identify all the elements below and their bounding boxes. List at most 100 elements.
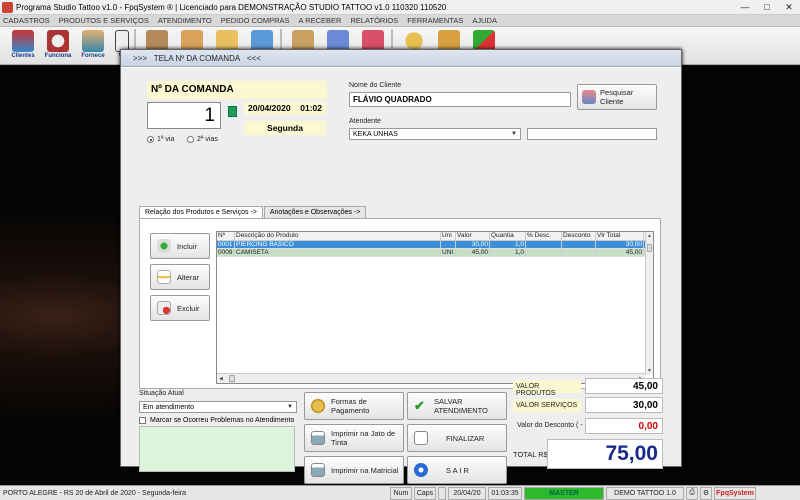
menu-ferramentas[interactable]: FERRAMENTAS [407, 16, 463, 25]
scroll-thumb[interactable] [229, 375, 235, 382]
imprimir-matricial-button[interactable]: Imprimir na Matricial [304, 456, 404, 484]
gear-icon[interactable]: ⚙ [700, 486, 712, 500]
excluir-label: Excluir [177, 303, 200, 313]
desconto-field[interactable]: 0,00 [585, 418, 663, 434]
status-version: DEMO TATTOO 1.0 [606, 486, 684, 500]
problemas-notes-area[interactable] [139, 426, 295, 472]
pesquisar-cliente-label: Pesquisar Cliente [600, 88, 634, 106]
toolbar-clientes-button[interactable]: Clientes [6, 27, 40, 63]
people-search-icon [582, 90, 596, 104]
status-location: PORTO ALEGRE - RS 20 de Abril de 2020 - … [3, 489, 187, 497]
cell-valor: 45,00 [456, 249, 490, 256]
person-icon [82, 30, 104, 52]
grid-col-desconto[interactable]: Desconto [562, 232, 596, 240]
minimize-button[interactable]: — [734, 0, 756, 15]
toolbar-funciona-button[interactable]: Funciona [41, 27, 75, 63]
imprimir-jato-button[interactable]: Imprimir na Jato de Tinta [304, 424, 404, 452]
date-value: 20/04/2020 [248, 103, 291, 113]
comanda-number-field[interactable]: 1 [147, 102, 221, 129]
delete-icon [157, 301, 171, 315]
cell-num: 0009 [217, 249, 235, 256]
menu-ajuda[interactable]: AJUDA [472, 16, 497, 25]
situacao-select[interactable]: Em atendimento ▼ [139, 401, 297, 413]
imprimir-jato-label: Imprimir na Jato de Tinta [331, 429, 396, 447]
pesquisar-cliente-button[interactable]: Pesquisar Cliente [577, 84, 657, 110]
problemas-checkbox[interactable]: Marcar se Ocorreu Problemas no Atendimen… [139, 417, 294, 424]
arrow-right-icon [414, 463, 428, 477]
grid-col-num[interactable]: Nº [217, 232, 235, 240]
skull-icon [47, 30, 69, 52]
printer-icon [311, 463, 325, 477]
menu-pedido-compras[interactable]: PEDIDO COMPRAS [221, 16, 290, 25]
via1-radio[interactable]: 1ª via [147, 136, 174, 143]
scroll-thumb[interactable] [647, 244, 652, 252]
printer-icon[interactable]: ⎙ [686, 486, 698, 500]
alterar-button[interactable]: Alterar [150, 264, 210, 290]
toolbar-fornece-button[interactable]: Fornece [76, 27, 110, 63]
date-time-display: 20/04/2020 01:02 [244, 102, 326, 115]
valor-servicos-field: 30,00 [585, 397, 663, 413]
atendente-select[interactable]: KEKA UNHAS ▼ [349, 128, 521, 140]
status-master: MASTER [524, 486, 604, 500]
grid-header: Nº Descrição do Produto Uni Valor Quanti… [217, 232, 653, 241]
chevron-down-icon: ▼ [511, 131, 517, 137]
incluir-button[interactable]: Incluir [150, 233, 210, 259]
menu-atendimento[interactable]: ATENDIMENTO [158, 16, 212, 25]
menu-relatorios[interactable]: RELATÓRIOS [350, 16, 398, 25]
valor-servicos-label: VALOR SERVIÇOS [513, 399, 581, 412]
toolbar-funciona-label: Funciona [44, 53, 72, 59]
incluir-label: Incluir [177, 241, 198, 251]
situacao-value: Em atendimento [143, 403, 194, 411]
cell-uni [441, 241, 456, 248]
menu-produtos-servicos[interactable]: PRODUTOS E SERVIÇOS [59, 16, 149, 25]
scroll-left-icon[interactable]: ◀ [219, 376, 223, 382]
excluir-button[interactable]: Excluir [150, 295, 210, 321]
dialog-titlebar: >>> TELA Nº DA COMANDA <<< [121, 50, 681, 67]
menu-a-receber[interactable]: A RECEBER [299, 16, 342, 25]
dialog-title-suffix: <<< [246, 53, 261, 63]
via2-label: 2ª vias [197, 136, 218, 143]
grid-vertical-scrollbar[interactable]: ▲ ▼ [645, 232, 653, 375]
atendente-label: Atendente [349, 118, 381, 125]
weekday-display: Segunda [244, 121, 326, 135]
scroll-down-icon[interactable]: ▼ [647, 368, 652, 374]
cell-descricao: CAMISETA [235, 249, 441, 256]
grid-col-quantia[interactable]: Quantia [490, 232, 526, 240]
close-button[interactable]: ✕ [778, 0, 800, 15]
grid-col-uni[interactable]: Uni [441, 232, 456, 240]
scroll-up-icon[interactable]: ▲ [647, 233, 652, 239]
salvar-atendimento-label: SALVAR ATENDIMENTO [434, 397, 488, 415]
finalizar-button[interactable]: FINALIZAR [407, 424, 507, 452]
calendar-icon[interactable] [228, 106, 237, 117]
total-field: 75,00 [547, 439, 663, 469]
grid-col-vlr-total[interactable]: Vlr Total [596, 232, 644, 240]
table-row[interactable]: 0009 CAMISETA UNI 45,00 1,0 45,00 [217, 249, 653, 257]
cell-quantia: 1,0 [490, 249, 526, 256]
cell-num: 0001 [217, 241, 235, 248]
salvar-atendimento-button[interactable]: ✔ SALVAR ATENDIMENTO [407, 392, 507, 420]
toolbar-fornece-label: Fornece [81, 53, 105, 59]
people-icon [12, 30, 34, 52]
sair-button[interactable]: S A I R [407, 456, 507, 484]
chevron-down-icon: ▼ [287, 404, 293, 410]
status-date: 20/04/20 [448, 486, 486, 500]
grid-col-pct-desc[interactable]: % Desc. [526, 232, 562, 240]
comanda-label: Nº DA COMANDA [147, 81, 327, 99]
grid-col-valor[interactable]: Valor [456, 232, 490, 240]
menu-bar: CADASTROS PRODUTOS E SERVIÇOS ATENDIMENT… [0, 15, 800, 27]
tab-produtos-servicos[interactable]: Relação dos Produtos e Serviços -> [139, 206, 263, 218]
maximize-button[interactable]: □ [756, 0, 778, 15]
grid-col-descricao[interactable]: Descrição do Produto [235, 232, 441, 240]
atendente-extra-input[interactable] [527, 128, 657, 140]
menu-cadastros[interactable]: CADASTROS [3, 16, 50, 25]
dialog-body: Nº DA COMANDA 1 20/04/2020 01:02 Segunda… [121, 68, 681, 484]
app-icon [2, 1, 13, 13]
products-grid: Nº Descrição do Produto Uni Valor Quanti… [216, 231, 654, 384]
tab-anotacoes[interactable]: Anotações e Observações -> [263, 206, 367, 218]
printer-icon [311, 431, 325, 445]
formas-pagamento-button[interactable]: Formas de Pagamento [304, 392, 404, 420]
dialog-title-prefix: >>> [133, 53, 148, 63]
cliente-input[interactable]: FLÁVIO QUADRADO [349, 92, 571, 107]
via2-radio[interactable]: 2ª vias [187, 136, 218, 143]
table-row[interactable]: 0001 PIERCING BÁSICO 30,00 1,0 30,00 [217, 241, 653, 249]
